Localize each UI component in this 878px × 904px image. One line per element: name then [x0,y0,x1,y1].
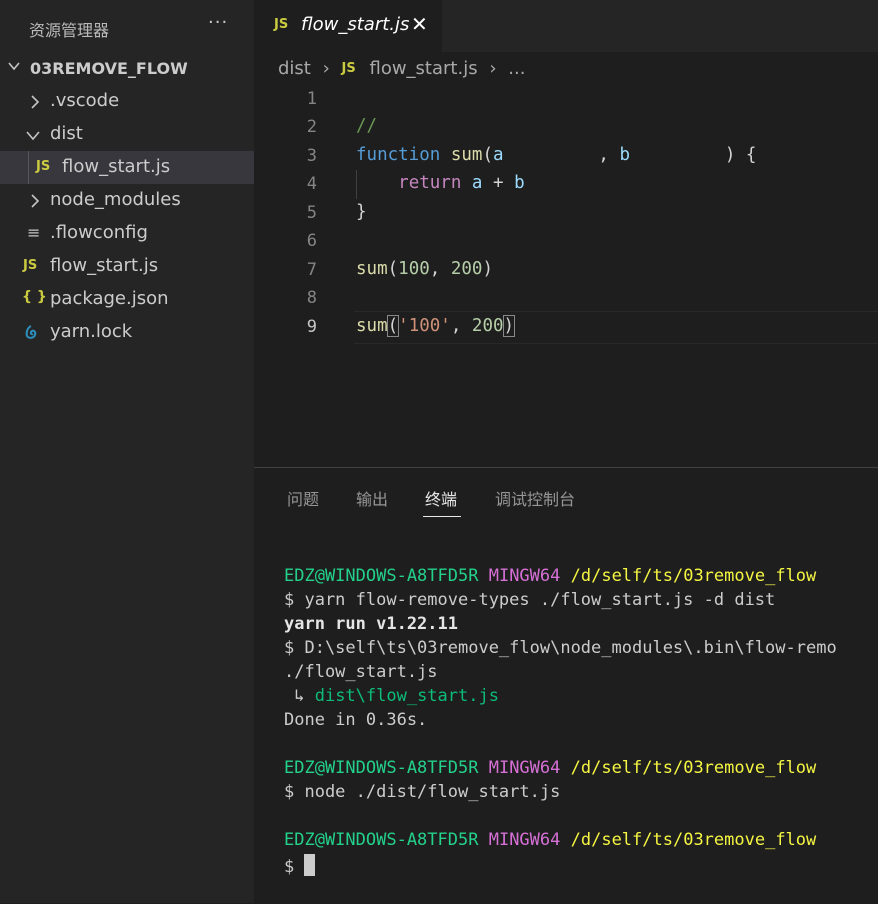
terminal-line: $ yarn flow-remove-types ./flow_start.js… [284,590,776,610]
tree-item-label: yarn.lock [50,321,133,342]
code-line-3: function sum(a , b ) { [356,145,757,165]
settings-file-icon: ≡ [27,223,41,242]
breadcrumb-file[interactable]: flow_start.js [369,58,477,79]
tree-item-package-json[interactable]: { } package.json [0,283,254,316]
tab-terminal[interactable]: 终端 [425,486,457,510]
tree-item-flowconfig[interactable]: ≡ .flowconfig [0,217,254,250]
chevron-down-icon [7,58,21,77]
code-line-7: sum(100, 200) [356,259,493,279]
line-number: 3 [306,146,317,166]
terminal-line: ↳ dist\flow_start.js [284,686,499,706]
terminal-line: yarn run v1.22.11 [284,614,458,634]
tree-item-dist[interactable]: dist [0,118,254,151]
js-file-icon: JS [274,17,289,32]
terminal-line: Done in 0.36s. [284,710,428,730]
terminal-line: $ node ./dist/flow_start.js [284,782,561,802]
tree-item-label: dist [50,123,83,144]
line-number: 8 [306,288,317,308]
terminal-prompt-line: EDZ@WINDOWS-A8TFD5R MINGW64 /d/self/ts/0… [284,566,817,586]
tree-indent-guide [28,151,29,184]
line-number: 2 [306,117,317,137]
breadcrumb-folder[interactable]: dist [278,58,311,79]
explorer-header: 资源管理器 ··· [0,0,254,52]
code-line-4: return a + b [398,173,525,193]
code-line-9: sum('100', 200) [356,315,516,337]
line-number: 1 [306,89,317,109]
tab-label: flow_start.js [301,14,410,35]
tree-item-flow-start[interactable]: JS flow_start.js [0,250,254,283]
editor-tab-bar: JS flow_start.js ✕ [254,0,878,52]
tab-problems[interactable]: 问题 [287,486,319,510]
breadcrumb: dist › JS flow_start.js › ... [278,58,525,79]
close-icon[interactable]: ✕ [411,12,428,36]
tree-item-label: package.json [50,288,169,309]
terminal-line: $ D:\self\ts\03remove_flow\node_modules\… [284,638,837,658]
line-number: 7 [306,260,317,280]
terminal-cursor [304,854,316,876]
more-actions-icon[interactable]: ··· [208,12,228,33]
tab-output[interactable]: 输出 [356,486,388,510]
line-number: 6 [306,231,317,251]
tree-item-label: flow_start.js [62,156,171,177]
chevron-right-icon [29,193,41,212]
line-number: 5 [306,203,317,223]
tree-item-yarn-lock[interactable]: yarn.lock [0,316,254,349]
terminal-input-line: $ [284,854,316,877]
tab-debug-console[interactable]: 调试控制台 [495,486,575,510]
breadcrumb-symbol[interactable]: ... [508,58,525,79]
json-file-icon: { } [22,289,47,305]
active-tab-indicator [423,516,461,517]
js-file-icon: JS [23,258,38,273]
yarn-icon [23,324,39,344]
explorer-sidebar: 资源管理器 ··· 03REMOVE_FLOW .vscode dist JS … [0,0,254,903]
terminal-prompt-line: EDZ@WINDOWS-A8TFD5R MINGW64 /d/self/ts/0… [284,830,817,850]
js-file-icon: JS [36,159,51,174]
tab-flow-start[interactable]: JS flow_start.js ✕ [254,0,442,52]
chevron-right-icon [29,94,41,113]
terminal-line: ./flow_start.js [284,662,438,682]
tree-item-label: node_modules [50,189,181,210]
tree-item-label: .vscode [50,90,120,111]
chevron-right-icon: › [322,58,330,79]
root-folder-label: 03REMOVE_FLOW [30,59,188,78]
tree-item-label: flow_start.js [50,255,159,276]
tree-item-vscode[interactable]: .vscode [0,85,254,118]
tree-item-dist-flow-start[interactable]: JS flow_start.js [0,151,254,184]
explorer-root-folder[interactable]: 03REMOVE_FLOW [0,52,254,85]
code-line-2: // [356,116,378,136]
js-file-icon: JS [341,61,356,76]
line-number: 4 [306,174,317,194]
tree-item-label: .flowconfig [50,222,148,243]
terminal-prompt-line: EDZ@WINDOWS-A8TFD5R MINGW64 /d/self/ts/0… [284,758,817,778]
chevron-right-icon: › [489,58,497,79]
code-line-5: } [356,202,367,222]
tree-item-node-modules[interactable]: node_modules [0,184,254,217]
explorer-title: 资源管理器 [29,21,110,40]
chevron-down-icon [26,128,40,147]
line-number-active: 9 [306,317,317,337]
